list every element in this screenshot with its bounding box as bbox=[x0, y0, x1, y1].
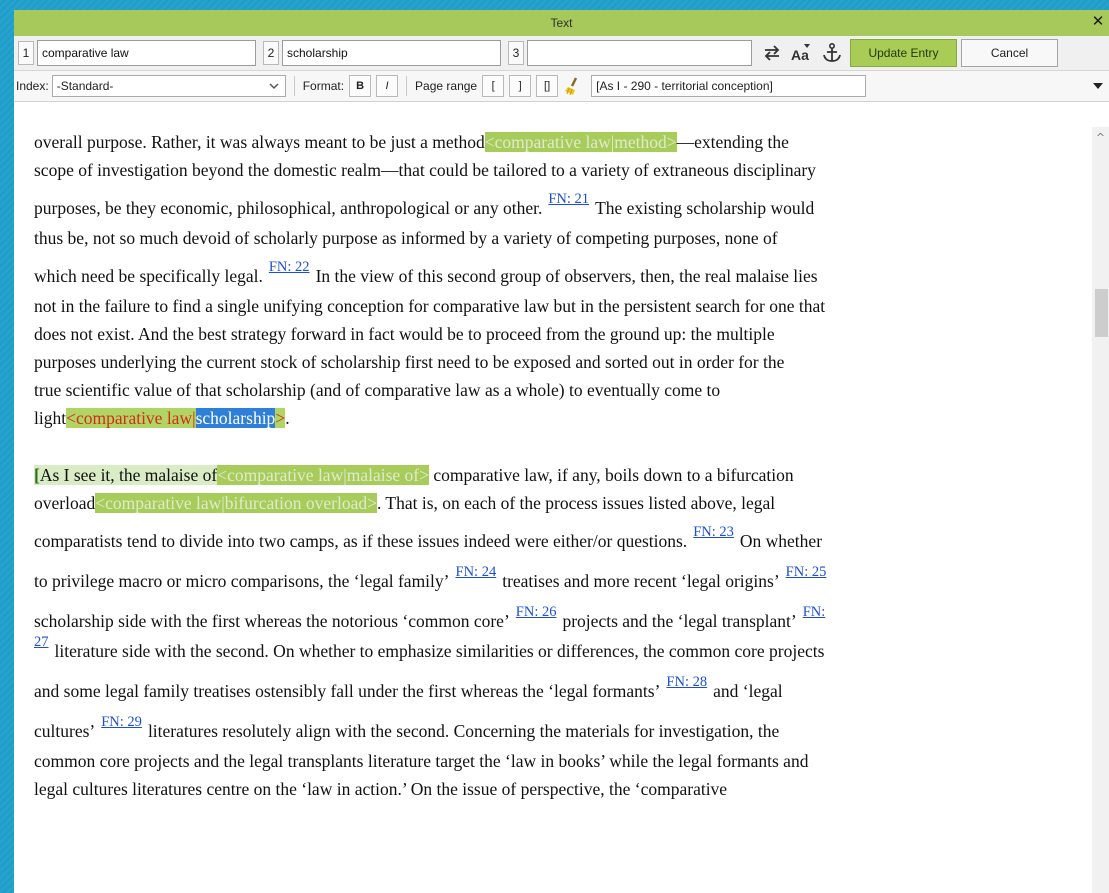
bracket-both-button[interactable]: [] bbox=[536, 75, 559, 97]
page-range-label: Page range bbox=[415, 79, 478, 93]
entry-field-2[interactable] bbox=[282, 40, 501, 66]
index-tag[interactable]: <comparative law|bifurcation overload> bbox=[95, 493, 377, 513]
text-line: scholarship side with the first whereas … bbox=[34, 604, 1089, 637]
text-line: light<comparative law|scholarship>. bbox=[34, 408, 290, 428]
scroll-thumb[interactable] bbox=[1095, 289, 1108, 337]
footnote-link[interactable]: FN: 23 bbox=[687, 524, 740, 540]
document-text[interactable]: overall purpose. Rather, it was always m… bbox=[34, 127, 1089, 893]
format-label: Format: bbox=[302, 79, 345, 93]
footnote-link[interactable]: FN: 26 bbox=[510, 604, 563, 620]
text-window: Text ✕ 1 2 3 Aa Update Entry Cancel Inde… bbox=[14, 10, 1109, 893]
field-number-1: 1 bbox=[18, 41, 34, 65]
index-select-value: -Standard- bbox=[56, 79, 114, 93]
text-line: comparatists tend to divide into two cam… bbox=[34, 524, 823, 551]
close-icon[interactable]: ✕ bbox=[1089, 13, 1107, 31]
text-line: which need be specifically legal. FN: 22 I… bbox=[34, 259, 818, 286]
text-line: purposes, be they economic, philosophica… bbox=[34, 191, 815, 218]
text-line: purposes underlying the current stock of… bbox=[34, 352, 785, 372]
chevron-down-icon bbox=[269, 79, 279, 93]
footnote-link[interactable]: FN: 28 bbox=[660, 674, 713, 690]
text-line: scope of investigation beyond the domest… bbox=[34, 160, 816, 180]
entry-field-1[interactable] bbox=[37, 40, 256, 66]
entry-toolbar: 1 2 3 Aa Update Entry Cancel bbox=[14, 36, 1109, 71]
scroll-up-icon[interactable]: ^ bbox=[1094, 132, 1107, 143]
bracket-open-button[interactable]: [ bbox=[482, 75, 505, 97]
active-index-tag-end[interactable]: > bbox=[275, 408, 286, 428]
footnote-link[interactable]: FN: 21 bbox=[542, 191, 595, 207]
divider bbox=[293, 76, 295, 96]
text-line: true scientific value of that scholarshi… bbox=[34, 380, 721, 400]
dropdown-arrow-icon[interactable] bbox=[1087, 75, 1109, 97]
range-start-marker[interactable]: [ bbox=[34, 465, 40, 485]
page-range-field[interactable]: [As I - 290 - territorial conception] bbox=[591, 75, 867, 97]
index-toolbar: Index: -Standard- Format: B I Page range… bbox=[14, 71, 1109, 102]
window-title: Text bbox=[550, 16, 573, 30]
cancel-button[interactable]: Cancel bbox=[961, 39, 1058, 67]
vertical-scrollbar[interactable]: ^ bbox=[1092, 127, 1109, 893]
text-line: cultures’ FN: 29 literatures resolutely al… bbox=[34, 714, 780, 741]
svg-text:Aa: Aa bbox=[791, 47, 809, 63]
document-pane: overall purpose. Rather, it was always m… bbox=[14, 127, 1109, 893]
swap-icon[interactable] bbox=[758, 40, 785, 67]
anchor-icon[interactable] bbox=[818, 40, 845, 67]
index-tag[interactable]: <comparative law|method> bbox=[484, 132, 677, 152]
broom-icon[interactable] bbox=[563, 75, 585, 97]
field-number-2: 2 bbox=[263, 41, 279, 65]
text-line: common core projects and the legal trans… bbox=[34, 751, 809, 771]
selected-tag-text[interactable]: scholarship bbox=[195, 408, 276, 428]
footnote-link[interactable]: FN: 22 bbox=[263, 259, 316, 275]
active-index-tag[interactable]: <comparative law| bbox=[66, 408, 196, 428]
index-label: Index: bbox=[16, 79, 49, 93]
index-tag[interactable]: <comparative law|malaise of> bbox=[217, 465, 429, 485]
index-select[interactable]: -Standard- bbox=[51, 75, 286, 97]
footnote-link[interactable]: FN: 25 bbox=[780, 564, 833, 580]
text-line: thus be, not so much devoid of scholarly… bbox=[34, 228, 778, 248]
text-line: overload<comparative law|bifurcation ove… bbox=[34, 493, 776, 513]
text-line: legal cultures literatures centre on the… bbox=[34, 779, 728, 799]
entry-field-3[interactable] bbox=[527, 40, 752, 66]
text-line: 27 literature side with the second. On wh… bbox=[34, 634, 825, 661]
footnote-link[interactable]: 27 bbox=[34, 634, 55, 650]
footnote-link[interactable]: FN: 29 bbox=[95, 714, 148, 730]
update-entry-button[interactable]: Update Entry bbox=[850, 39, 957, 67]
text-line: overall purpose. Rather, it was always m… bbox=[34, 132, 789, 152]
text-line: and some legal family treatises ostensib… bbox=[34, 674, 783, 701]
divider bbox=[406, 76, 408, 96]
text-line: does not exist. And the best strategy fo… bbox=[34, 324, 775, 344]
italic-button[interactable]: I bbox=[376, 75, 399, 97]
footnote-link[interactable]: FN: bbox=[797, 604, 832, 620]
text-line: [As I see it, the malaise of<comparative… bbox=[34, 465, 794, 485]
title-bar[interactable]: Text ✕ bbox=[14, 10, 1109, 36]
text-line: not in the failure to find a single unif… bbox=[34, 296, 826, 316]
bracket-close-button[interactable]: ] bbox=[509, 75, 532, 97]
bold-button[interactable]: B bbox=[349, 75, 372, 97]
text-line: to privilege macro or micro comparisons,… bbox=[34, 564, 1089, 597]
text-case-icon[interactable]: Aa bbox=[788, 40, 815, 67]
field-number-3: 3 bbox=[508, 41, 524, 65]
footnote-link[interactable]: FN: 24 bbox=[450, 564, 503, 580]
